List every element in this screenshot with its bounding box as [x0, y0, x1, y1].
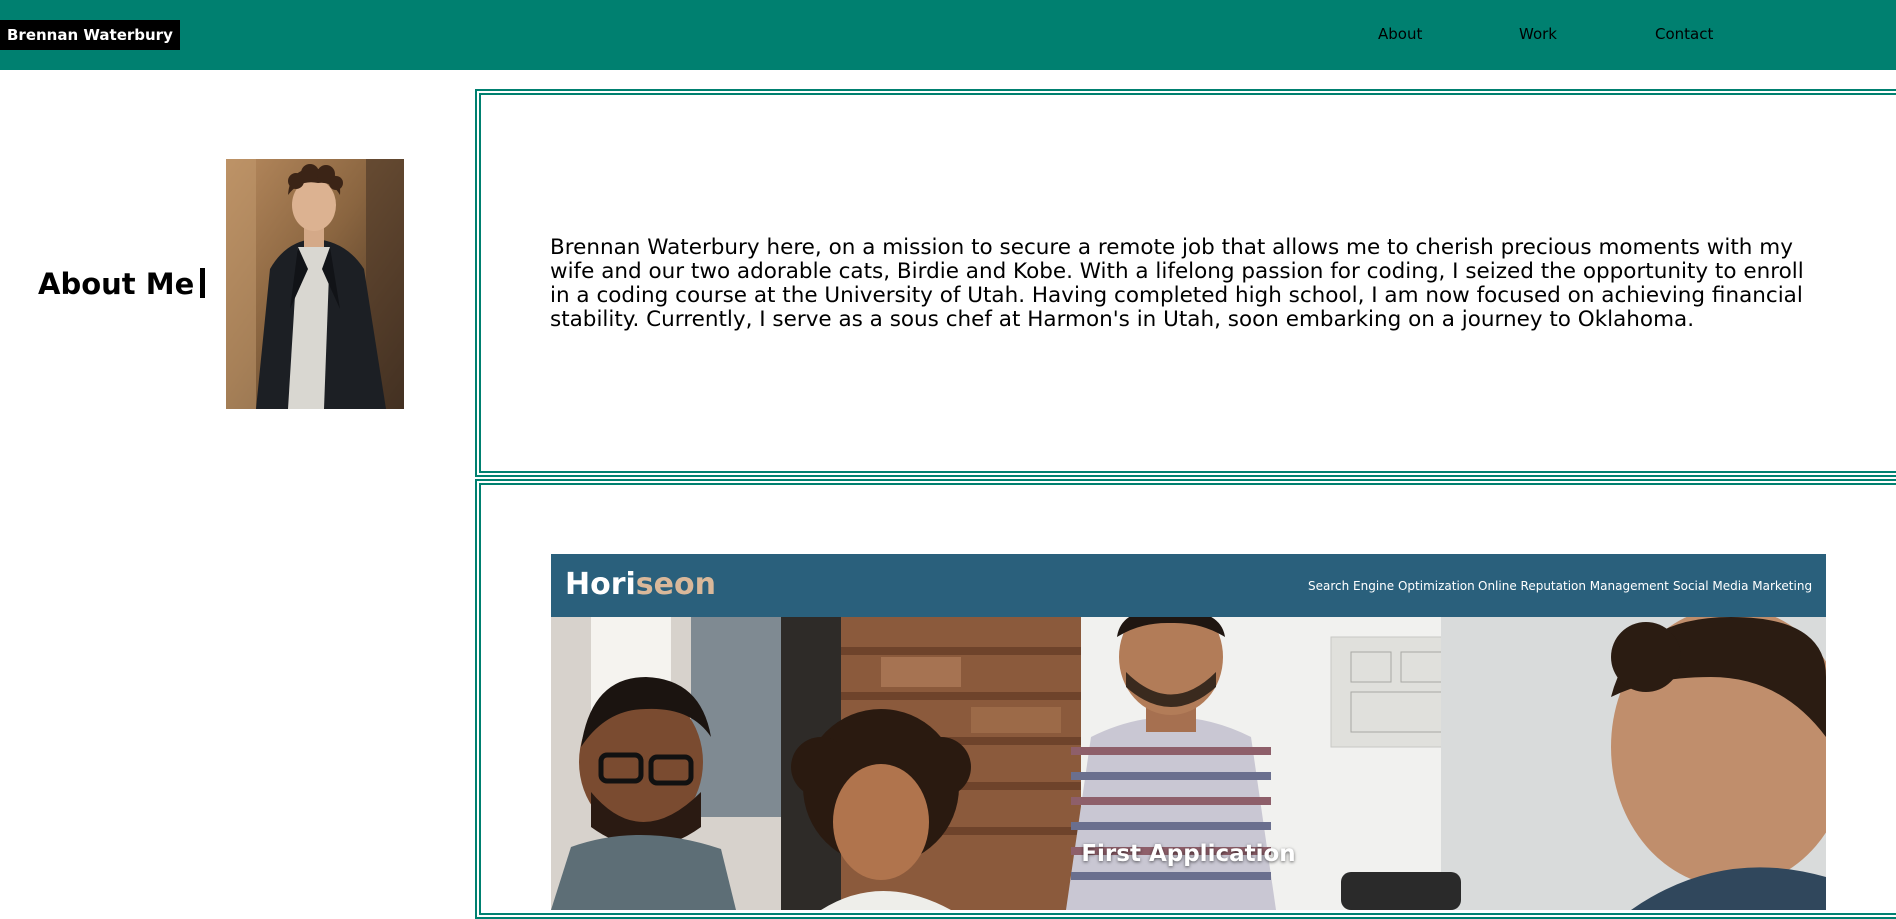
top-nav-bar: Brennan Waterbury About Work Contact: [0, 0, 1896, 70]
project-preview-header: Horiseon Search Engine Optimization Onli…: [551, 554, 1826, 617]
project-logo: Horiseon: [565, 565, 716, 605]
project-nav-reputation: Online Reputation Management: [1478, 579, 1669, 593]
project-logo-main: Hori: [565, 567, 636, 602]
project-nav-social: Social Media Marketing: [1673, 579, 1813, 593]
portrait-image: [226, 159, 404, 409]
heading-divider-bar: [200, 268, 205, 298]
nav-link-work[interactable]: Work: [1519, 24, 1557, 44]
project-card[interactable]: Horiseon Search Engine Optimization Onli…: [551, 554, 1826, 910]
project-title: First Application: [1081, 841, 1296, 867]
about-heading: About Me: [38, 267, 195, 301]
nav-link-about[interactable]: About: [1378, 24, 1422, 44]
brand-name[interactable]: Brennan Waterbury: [0, 20, 180, 50]
nav-link-contact[interactable]: Contact: [1655, 24, 1713, 44]
about-bio-text: Brennan Waterbury here, on a mission to …: [550, 235, 1804, 332]
portrait-photo: [226, 159, 404, 409]
project-logo-accent: seon: [635, 567, 716, 602]
project-nav-seo: Search Engine Optimization: [1308, 579, 1475, 593]
